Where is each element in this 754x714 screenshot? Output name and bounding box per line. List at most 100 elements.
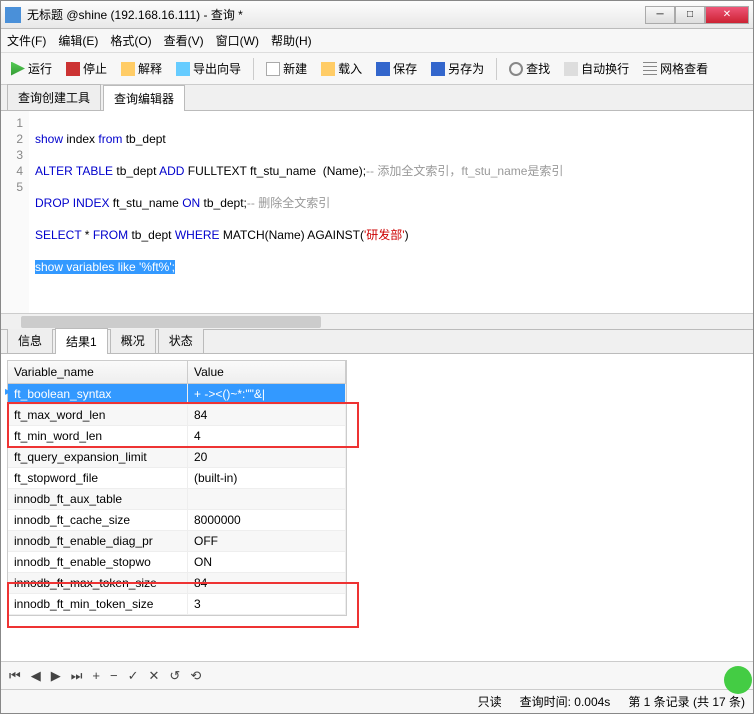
tab-profile[interactable]: 概况	[110, 327, 156, 353]
grid-icon	[643, 62, 657, 76]
explain-button[interactable]: 解释	[117, 58, 166, 79]
search-icon	[509, 62, 523, 76]
nav-last-icon[interactable]: ⏭	[71, 668, 83, 684]
cell-variable: innodb_ft_cache_size	[8, 510, 188, 530]
menu-edit[interactable]: 编辑(E)	[58, 32, 98, 49]
cell-variable: innodb_ft_enable_stopwo	[8, 552, 188, 572]
menu-window[interactable]: 窗口(W)	[216, 32, 259, 49]
result-grid[interactable]: Variable_name Value ft_boolean_syntax+ -…	[7, 360, 347, 616]
editor-hscroll[interactable]	[1, 313, 753, 329]
table-row[interactable]: innodb_ft_max_token_size84	[8, 573, 346, 594]
window-title: 无标题 @shine (192.168.16.111) - 查询 *	[27, 6, 645, 23]
table-row[interactable]: innodb_ft_enable_stopwoON	[8, 552, 346, 573]
gridview-button[interactable]: 网格查看	[639, 58, 712, 79]
cell-value: ON	[188, 552, 346, 572]
menu-view[interactable]: 查看(V)	[164, 32, 204, 49]
nav-prev-icon[interactable]: ◀	[31, 668, 41, 684]
table-row[interactable]: innodb_ft_cache_size8000000	[8, 510, 346, 531]
cell-variable: innodb_ft_enable_diag_pr	[8, 531, 188, 551]
find-button[interactable]: 查找	[505, 58, 554, 79]
tab-info[interactable]: 信息	[7, 327, 53, 353]
nav-cancel-icon[interactable]: ✕	[149, 668, 160, 684]
save-button[interactable]: 保存	[372, 58, 421, 79]
cell-value: 20	[188, 447, 346, 467]
nav-first-icon[interactable]: ⏮	[9, 668, 21, 684]
cell-variable: innodb_ft_max_token_size	[8, 573, 188, 593]
cell-value: 3	[188, 594, 346, 614]
table-row[interactable]: innodb_ft_aux_table	[8, 489, 346, 510]
cell-value: 84	[188, 573, 346, 593]
result-tabs: 信息 结果1 概况 状态	[1, 330, 753, 354]
menu-file[interactable]: 文件(F)	[7, 32, 46, 49]
stop-button[interactable]: 停止	[62, 58, 111, 79]
close-button[interactable]: ✕	[705, 6, 749, 24]
corner-badge	[724, 666, 752, 694]
table-row[interactable]: innodb_ft_enable_diag_prOFF	[8, 531, 346, 552]
saveas-button[interactable]: 另存为	[427, 58, 488, 79]
tab-builder[interactable]: 查询创建工具	[7, 84, 101, 110]
wrap-button[interactable]: 自动换行	[560, 58, 633, 79]
nav-undo-icon[interactable]: ⟲	[190, 668, 201, 684]
saveas-icon	[431, 62, 445, 76]
menu-format[interactable]: 格式(O)	[110, 32, 151, 49]
stop-icon	[66, 62, 80, 76]
cell-value: OFF	[188, 531, 346, 551]
col-header-value[interactable]: Value	[188, 361, 346, 383]
cell-variable: ft_max_word_len	[8, 405, 188, 425]
play-icon	[11, 62, 25, 76]
wrap-icon	[564, 62, 578, 76]
line-gutter: 12345	[1, 111, 29, 313]
statusbar: 只读 查询时间: 0.004s 第 1 条记录 (共 17 条)	[1, 689, 753, 713]
explain-icon	[121, 62, 135, 76]
nav-add-icon[interactable]: +	[92, 668, 100, 683]
cell-value: 4	[188, 426, 346, 446]
cell-value: (built-in)	[188, 468, 346, 488]
new-icon	[266, 62, 280, 76]
export-icon	[176, 62, 190, 76]
table-row[interactable]: innodb_ft_min_token_size3	[8, 594, 346, 615]
cell-value	[188, 489, 346, 509]
maximize-button[interactable]: □	[675, 6, 705, 24]
table-row[interactable]: ft_query_expansion_limit20	[8, 447, 346, 468]
row-pointer-icon: ▸	[5, 384, 11, 398]
run-button[interactable]: 运行	[7, 58, 56, 79]
nav-next-icon[interactable]: ▶	[51, 668, 61, 684]
load-icon	[321, 62, 335, 76]
nav-refresh-icon[interactable]: ↺	[169, 668, 180, 684]
record-nav: ⏮ ◀ ▶ ⏭ + − ✓ ✕ ↺ ⟲	[1, 661, 753, 689]
editor-tabs: 查询创建工具 查询编辑器	[1, 85, 753, 111]
table-row[interactable]: ft_boolean_syntax+ -><()~*:""&|	[8, 384, 346, 405]
app-icon	[5, 7, 21, 23]
menu-help[interactable]: 帮助(H)	[271, 32, 312, 49]
nav-remove-icon[interactable]: −	[110, 668, 118, 683]
table-row[interactable]: ft_max_word_len84	[8, 405, 346, 426]
col-header-variable[interactable]: Variable_name	[8, 361, 188, 383]
cell-value: 8000000	[188, 510, 346, 530]
toolbar: 运行 停止 解释 导出向导 新建 载入 保存 另存为 查找 自动换行 网格查看	[1, 53, 753, 85]
save-icon	[376, 62, 390, 76]
code-editor[interactable]: 12345 show index from tb_dept ALTER TABL…	[1, 111, 753, 313]
export-button[interactable]: 导出向导	[172, 58, 245, 79]
tab-editor[interactable]: 查询编辑器	[103, 85, 185, 111]
table-row[interactable]: ft_stopword_file(built-in)	[8, 468, 346, 489]
new-button[interactable]: 新建	[262, 58, 311, 79]
minimize-button[interactable]: ─	[645, 6, 675, 24]
cell-value: + -><()~*:""&|	[188, 384, 346, 404]
result-grid-wrap: Variable_name Value ft_boolean_syntax+ -…	[1, 354, 753, 661]
load-button[interactable]: 载入	[317, 58, 366, 79]
status-time: 查询时间: 0.004s	[520, 693, 611, 710]
titlebar: 无标题 @shine (192.168.16.111) - 查询 * ─ □ ✕	[1, 1, 753, 29]
status-readonly: 只读	[478, 693, 502, 710]
status-record: 第 1 条记录 (共 17 条)	[628, 693, 745, 710]
cell-variable: innodb_ft_aux_table	[8, 489, 188, 509]
cell-value: 84	[188, 405, 346, 425]
nav-check-icon[interactable]: ✓	[128, 668, 139, 684]
cell-variable: ft_boolean_syntax	[8, 384, 188, 404]
menubar: 文件(F) 编辑(E) 格式(O) 查看(V) 窗口(W) 帮助(H)	[1, 29, 753, 53]
table-row[interactable]: ft_min_word_len4	[8, 426, 346, 447]
tab-status[interactable]: 状态	[158, 327, 204, 353]
cell-variable: ft_stopword_file	[8, 468, 188, 488]
tab-result1[interactable]: 结果1	[55, 328, 108, 354]
cell-variable: ft_min_word_len	[8, 426, 188, 446]
code-area[interactable]: show index from tb_dept ALTER TABLE tb_d…	[29, 111, 753, 313]
